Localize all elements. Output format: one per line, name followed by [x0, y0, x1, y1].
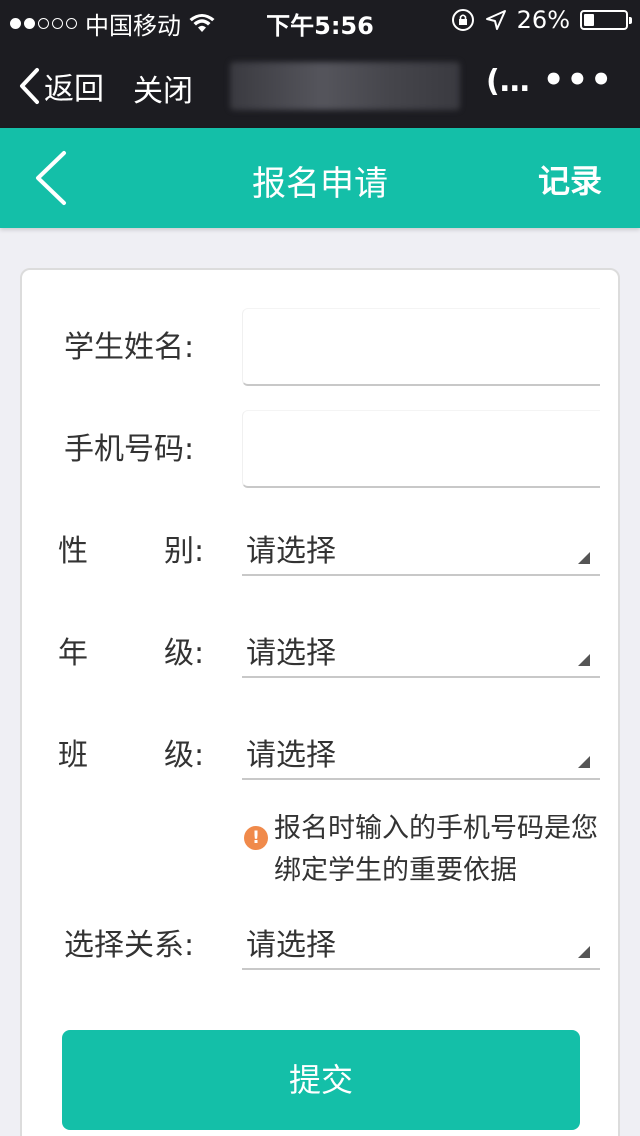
class-label-second: 级: — [164, 738, 205, 773]
class-label-first: 班 — [58, 738, 88, 773]
page-title-blurred — [230, 62, 460, 110]
grade-label-first: 年 — [58, 636, 88, 671]
status-bar: 中国移动 下午5:56 26% — [0, 0, 640, 40]
class-dropdown-icon — [578, 756, 590, 768]
gender-underline — [242, 574, 600, 576]
app-header: 报名申请 记录 — [0, 128, 640, 228]
relation-select[interactable]: 请选择 — [246, 920, 336, 964]
battery-percent: 26% — [516, 6, 570, 34]
relation-underline — [242, 968, 600, 970]
battery-level — [584, 14, 594, 26]
relation-label: 选择关系: — [64, 928, 195, 963]
gender-select[interactable]: 请选择 — [246, 526, 336, 570]
student-name-input[interactable] — [242, 308, 600, 386]
location-icon — [485, 10, 506, 30]
grade-label-second: 级: — [164, 636, 205, 671]
back-button[interactable]: 返回 — [18, 64, 104, 108]
grade-dropdown-icon — [578, 654, 590, 666]
close-button[interactable]: 关闭 — [133, 66, 193, 110]
record-button[interactable]: 记录 — [538, 156, 602, 202]
phone-input[interactable] — [242, 410, 600, 488]
notice-text: 报名时输入的手机号码是您绑定学生的重要依据 — [274, 813, 598, 886]
status-right: 26% — [451, 6, 632, 34]
back-label: 返回 — [44, 72, 104, 107]
phone-label: 手机号码: — [64, 432, 195, 467]
application-form: 学生姓名: 手机号码: 性 别: 请选择 年 级: 请选择 班 级: 请选择 !… — [20, 268, 620, 1136]
relation-dropdown-icon — [578, 946, 590, 958]
rotation-lock-icon — [451, 9, 474, 31]
class-select[interactable]: 请选择 — [246, 730, 336, 774]
battery-icon — [580, 10, 632, 30]
grade-underline — [242, 676, 600, 678]
gender-dropdown-icon — [578, 552, 590, 564]
submit-button[interactable]: 提交 — [62, 1030, 580, 1130]
grade-select[interactable]: 请选择 — [246, 628, 336, 672]
class-underline — [242, 778, 600, 780]
gender-label-first: 性 — [58, 534, 88, 569]
student-name-label: 学生姓名: — [64, 330, 195, 365]
title-suffix: (… — [486, 64, 530, 99]
more-button[interactable]: ••• — [543, 60, 614, 100]
wechat-nav-bar: 返回 关闭 (… ••• — [0, 40, 640, 128]
warning-icon: ! — [244, 826, 268, 850]
gender-label-second: 别: — [164, 534, 205, 569]
chevron-left-icon — [20, 68, 39, 104]
